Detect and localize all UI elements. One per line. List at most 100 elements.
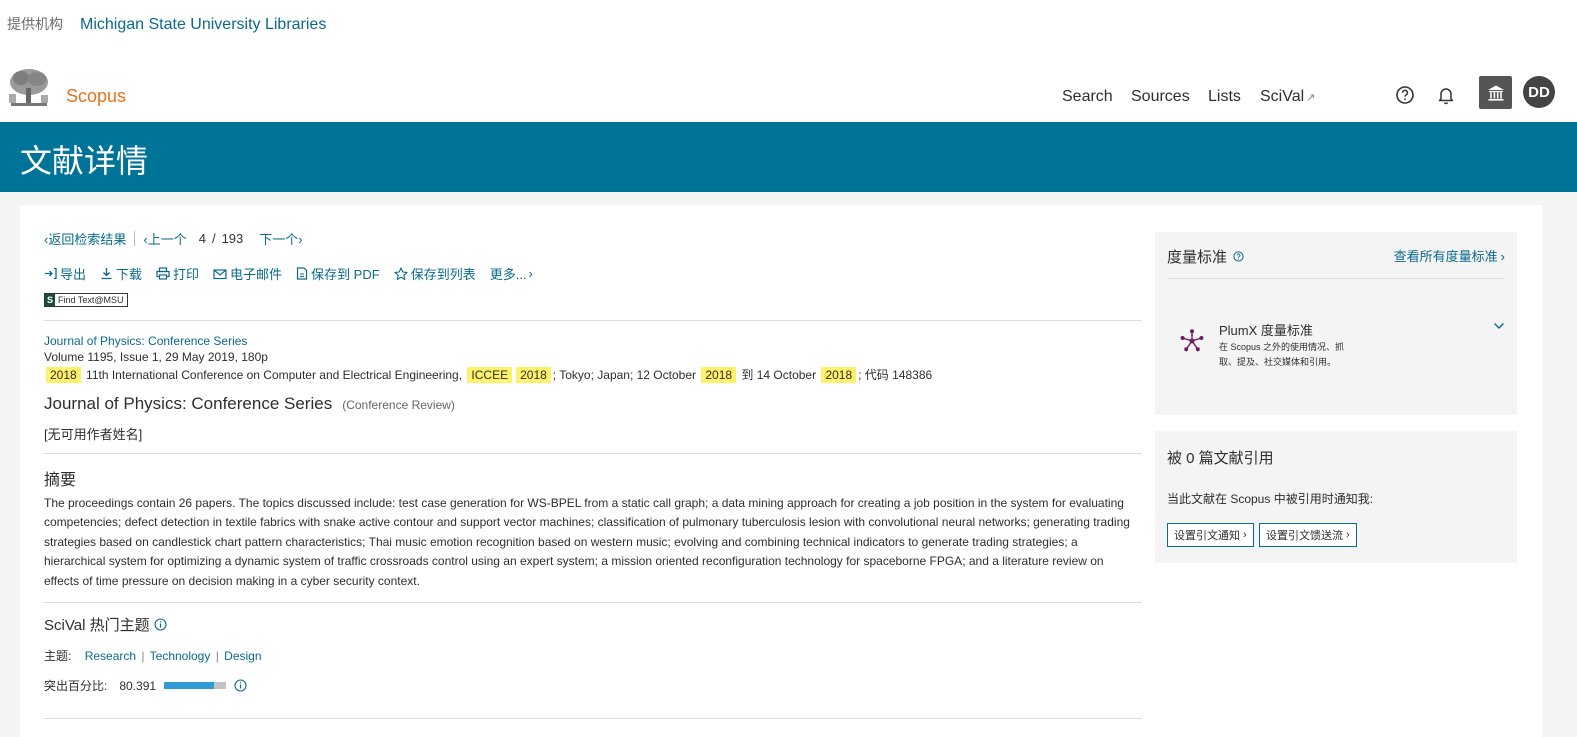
highlight-year: 2018 [516,367,551,383]
back-to-results-label: 返回检索结果 [48,232,127,247]
find-text-msu-button[interactable]: S Find Text@MSU [44,293,128,307]
topic-list: 主题: Research | Technology | Design [44,647,262,664]
result-navigation: ‹返回检索结果 ‹上一个 4 / 193 下一个› [44,229,303,248]
section-divider [44,453,1142,454]
back-to-results-link[interactable]: ‹返回检索结果 [44,229,126,248]
previous-result-label: 上一个 [147,232,187,247]
cited-by-title: 被 0 篇文献引用 [1167,450,1274,467]
source-journal-link[interactable]: Journal of Physics: Conference Series [44,334,247,348]
more-options-button[interactable]: 更多... › [490,264,533,283]
user-avatar[interactable]: DD [1523,76,1555,108]
document-title: Journal of Physics: Conference Series (Co… [44,394,455,414]
highlight-year: 2018 [821,367,857,383]
abstract-heading: 摘要 [44,472,77,489]
star-icon [394,266,408,280]
info-icon[interactable] [154,618,167,631]
metrics-heading: 度量标准 [1167,246,1244,267]
prominence-percentile: 突出百分比: 80.391 [44,677,247,694]
email-label: 电子邮件 [230,267,283,282]
find-text-label: Find Text@MSU [58,295,124,305]
chevron-right-icon: › [1500,249,1505,264]
institution-icon [1487,85,1504,101]
previous-result-link[interactable]: ‹上一个 [143,229,186,248]
help-icon[interactable] [1393,83,1417,107]
more-options-label: 更多... [489,267,527,282]
metrics-panel: 度量标准 查看所有度量标准 › PlumX 度量标准 在 Scopus 之外的使用… [1155,232,1517,415]
info-icon[interactable] [234,679,247,692]
section-divider [44,718,1142,719]
institution-label: 提供机构 [7,16,63,32]
institution-link[interactable]: Michigan State University Libraries [80,16,326,34]
elsevier-tree-logo-icon[interactable] [7,68,51,108]
percentile-bar [164,682,227,689]
document-title-text: Journal of Physics: Conference Series [44,394,333,413]
chevron-right-icon: › [298,232,303,247]
plumx-description: 在 Scopus 之外的使用情况、抓取、提及、社交媒体和引用。 [1219,342,1345,367]
document-toolbar: 导出 下载 打印 电子邮件 保存到 PDF 保存到列表 更多... › [44,264,547,283]
conference-name: 11th International Conference on Compute… [86,368,463,382]
download-icon [101,268,112,280]
document-type: (Conference Review) [342,398,455,412]
conference-code: ; 代码 148386 [858,368,933,382]
topic-link-design[interactable]: Design [224,649,261,663]
chevron-right-icon: › [1243,529,1247,541]
download-button[interactable]: 下载 [100,264,142,283]
view-all-metrics-link[interactable]: 查看所有度量标准 › [1394,246,1505,265]
print-label: 打印 [173,267,200,282]
help-icon[interactable] [1233,251,1244,262]
scival-topic-heading: SciVal 热门主题 [44,614,167,635]
institution-button[interactable] [1479,76,1512,109]
export-button[interactable]: 导出 [44,264,86,283]
email-button[interactable]: 电子邮件 [213,264,282,283]
topic-link-technology[interactable]: Technology [150,649,211,663]
chevron-down-icon[interactable] [1493,322,1505,330]
set-citation-alert-button[interactable]: 设置引文通知 › [1167,523,1254,547]
next-result-label: 下一个 [259,232,299,247]
conference-location: ; Tokyo; Japan; 12 October [552,368,696,382]
pdf-icon [296,267,308,280]
printer-icon [156,267,170,280]
set-citation-feed-button[interactable]: 设置引文馈送流 › [1259,523,1357,547]
cited-by-panel: 被 0 篇文献引用 当此文献在 Scopus 中被引用时通知我: 设置引文通知 ›… [1155,431,1517,563]
save-pdf-label: 保存到 PDF [311,267,380,282]
next-result-link[interactable]: 下一个› [259,229,302,248]
save-to-list-button[interactable]: 保存到列表 [394,264,476,283]
export-icon [45,267,57,280]
institution-bar: 提供机构 Michigan State University Libraries [0,0,1577,50]
save-pdf-button[interactable]: 保存到 PDF [296,264,380,283]
nav-scival-link[interactable]: SciVal ↗ [1260,88,1315,106]
chevron-right-icon: › [528,266,533,281]
set-citation-feed-label: 设置引文馈送流 [1266,530,1343,542]
scopus-brand[interactable]: Scopus [66,86,126,107]
total-results: 193 [221,231,244,246]
nav-scival-label: SciVal [1260,88,1305,105]
bell-icon[interactable] [1434,83,1458,107]
pager-slash: / [211,231,216,246]
crumb-divider [134,231,136,246]
topics-label: 主题: [44,649,72,663]
envelope-icon [213,268,227,279]
highlight-year: 2018 [46,367,81,383]
metrics-divider [1167,278,1505,279]
page-title: 文献详情 [20,143,149,179]
conference-end-date: 到 14 October [741,368,817,382]
metrics-title: 度量标准 [1167,249,1228,266]
print-button[interactable]: 打印 [156,264,199,283]
percentile-value: 80.391 [119,678,157,693]
volume-info: Volume 1195, Issue 1, 29 May 2019, 180p [44,350,268,364]
cited-by-notify-text: 当此文献在 Scopus 中被引用时通知我: [1167,492,1374,506]
find-text-logo-icon: S [45,294,56,306]
plumx-icon [1180,329,1204,352]
conference-info: 2018 11th International Conference on Co… [44,366,932,383]
nav-search-link[interactable]: Search [1062,88,1113,106]
nav-sources-link[interactable]: Sources [1131,88,1190,106]
chevron-right-icon: › [1346,529,1350,541]
set-citation-alert-label: 设置引文通知 [1174,530,1240,542]
export-label: 导出 [60,267,87,282]
nav-lists-link[interactable]: Lists [1208,88,1241,106]
highlight-year: 2018 [701,367,737,383]
percentile-bar-fill [164,682,214,689]
author-list: [无可用作者姓名] [44,427,143,442]
topic-link-research[interactable]: Research [85,649,136,663]
download-label: 下载 [116,267,143,282]
